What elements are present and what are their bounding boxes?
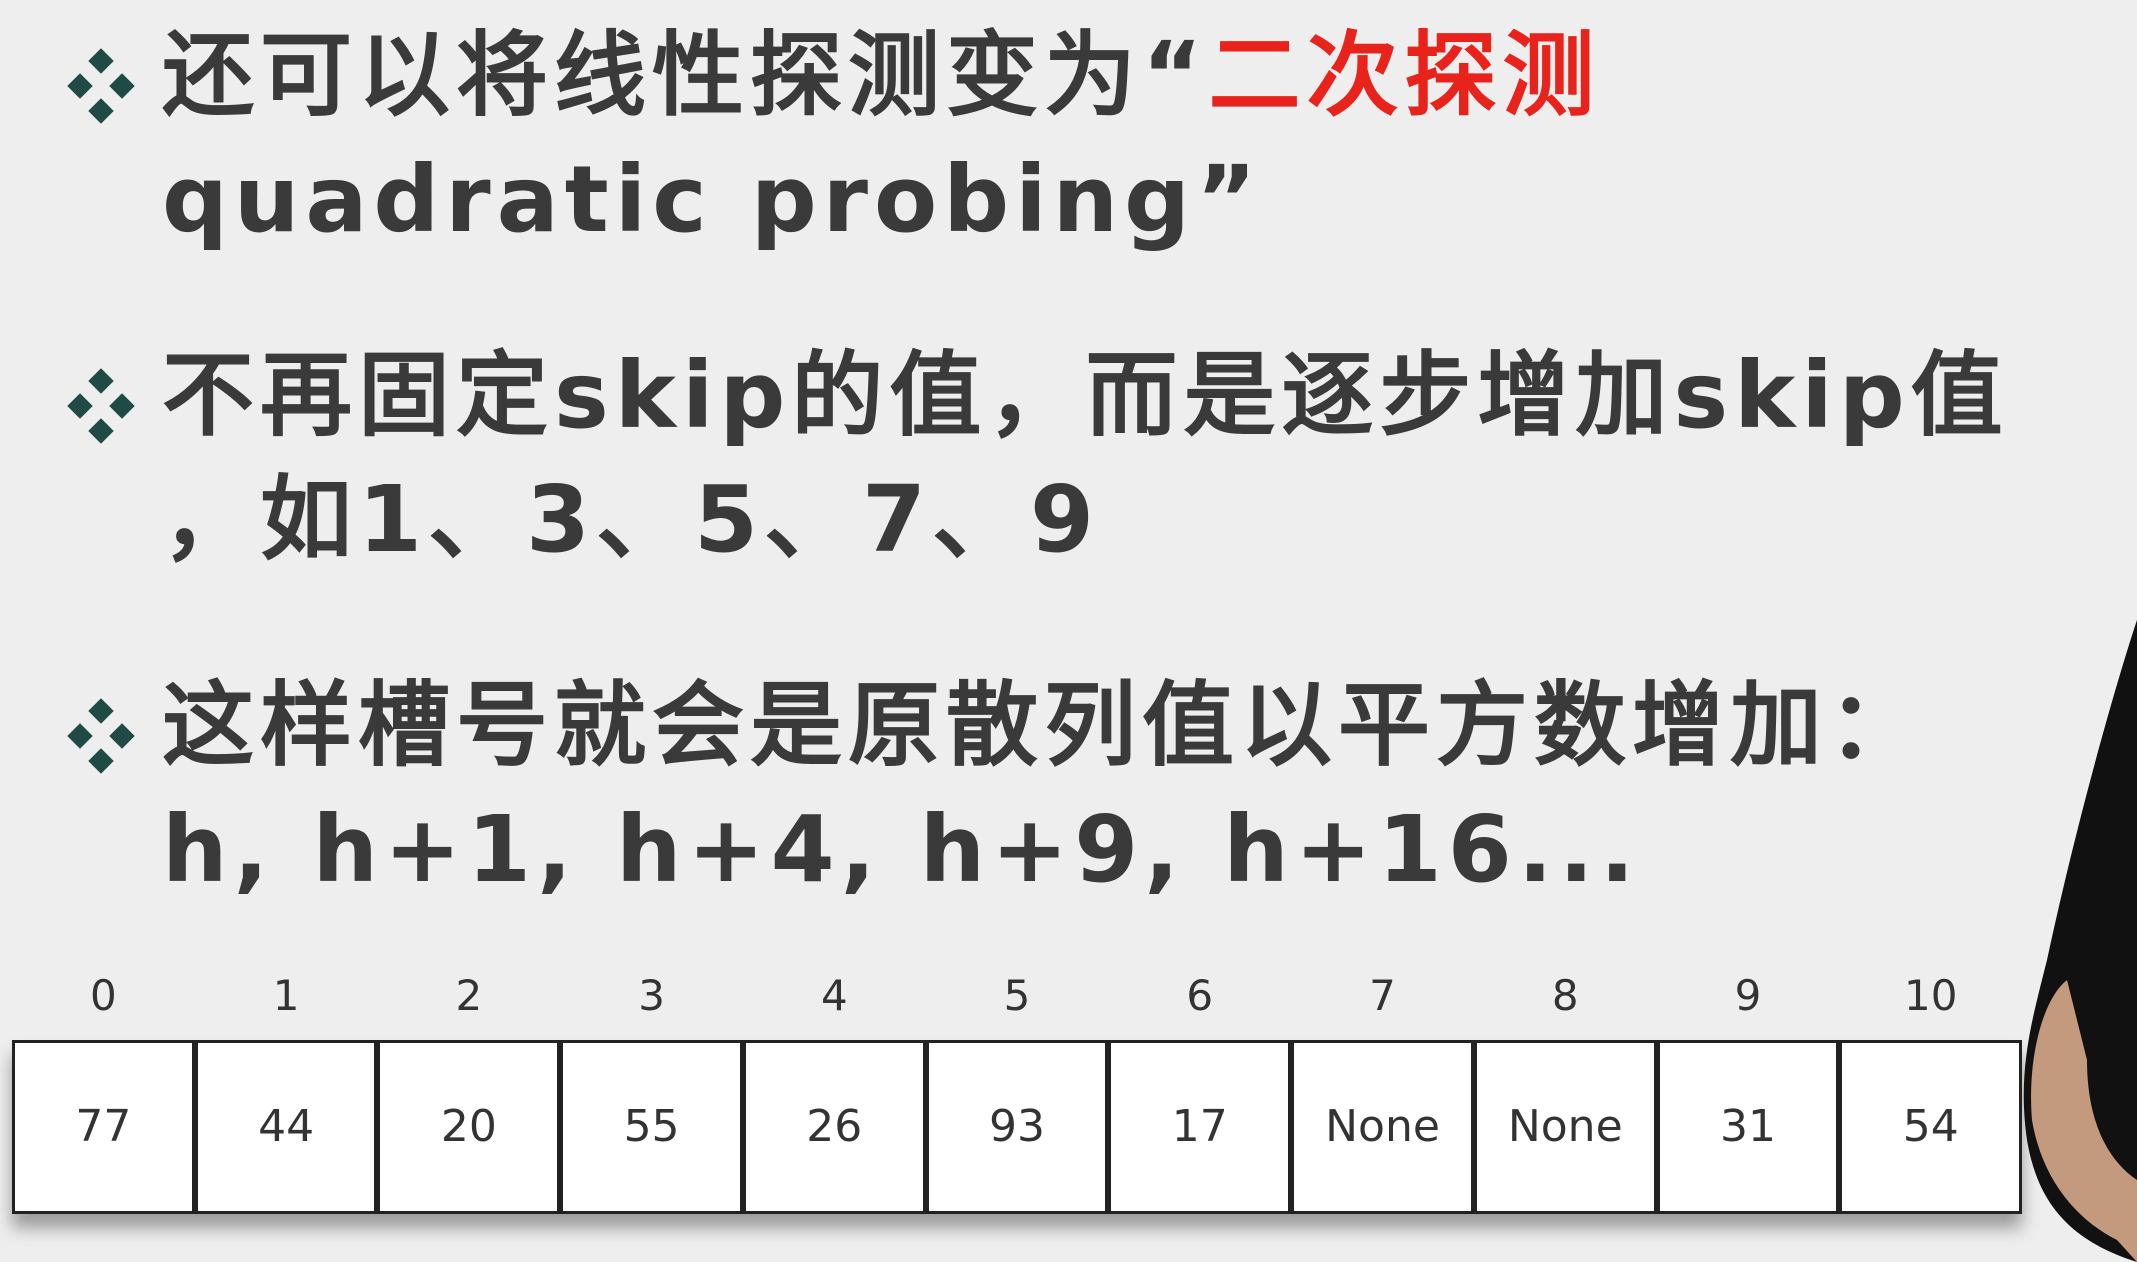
slot-cell: None	[1473, 1040, 1657, 1214]
highlight-term: 二次探测	[1208, 22, 1601, 129]
slot-cell: 93	[925, 1040, 1109, 1214]
bullet-1-line-1: 还可以将线性探测变为“二次探测	[162, 22, 1601, 129]
slot-index: 0	[90, 971, 117, 1020]
slot-index: 10	[1903, 971, 1958, 1020]
hash-table: 0 1 2 3 4 5 6 7 8 9 10 77 44 20 55 26 93…	[12, 960, 2023, 1214]
slot-cell: None	[1291, 1040, 1474, 1214]
slot-index: 2	[455, 971, 483, 1020]
slot-index: 6	[1186, 971, 1214, 1020]
slot-cell: 77	[12, 1040, 195, 1214]
slot-cell: 31	[1656, 1040, 1840, 1214]
diamond-bullet-icon	[67, 48, 135, 124]
slot-cell: 54	[1839, 1040, 2023, 1214]
diamond-bullet-icon	[67, 698, 135, 774]
slot-index: 9	[1734, 971, 1762, 1020]
slot-cell: 20	[377, 1040, 561, 1214]
slide: 还可以将线性探测变为“二次探测 quadratic probing” 不再固定s…	[0, 0, 2137, 1262]
bullet-1: 还可以将线性探测变为“二次探测 quadratic probing”	[62, 14, 2042, 262]
slot-index: 1	[272, 971, 300, 1020]
bullet-3: 这样槽号就会是原散列值以平方数增加： h, h+1, h+4, h+9, h+1…	[62, 664, 2042, 912]
diamond-bullet-icon	[67, 368, 135, 444]
slot-index: 3	[638, 971, 665, 1020]
slot-cell: 55	[560, 1040, 743, 1214]
slot-index-row: 0 1 2 3 4 5 6 7 8 9 10	[12, 960, 2022, 1032]
presenter-silhouette	[2023, 620, 2137, 1262]
slot-cell: 44	[194, 1040, 378, 1214]
bullet-3-line-1: 这样槽号就会是原散列值以平方数增加：	[162, 672, 1927, 779]
bullet-1-line-2: quadratic probing”	[162, 146, 1263, 253]
bullet-3-line-2: h, h+1, h+4, h+9, h+16...	[162, 796, 1641, 903]
slot-cell: 26	[742, 1040, 926, 1214]
slot-cell: 17	[1108, 1040, 1292, 1214]
slot-index: 8	[1551, 971, 1579, 1020]
slot-index: 4	[820, 971, 848, 1020]
slot-cell-row: 77 44 20 55 26 93 17 None None 31 54	[12, 1040, 2023, 1214]
bullet-2-line-2: ，如1、3、5、7、9	[162, 466, 1101, 573]
bullet-2: 不再固定skip的值，而是逐步增加skip值 ，如1、3、5、7、9	[62, 334, 2042, 582]
bullet-2-line-1: 不再固定skip的值，而是逐步增加skip值	[162, 342, 2009, 449]
slot-index: 7	[1369, 971, 1396, 1020]
slot-index: 5	[1003, 971, 1031, 1020]
